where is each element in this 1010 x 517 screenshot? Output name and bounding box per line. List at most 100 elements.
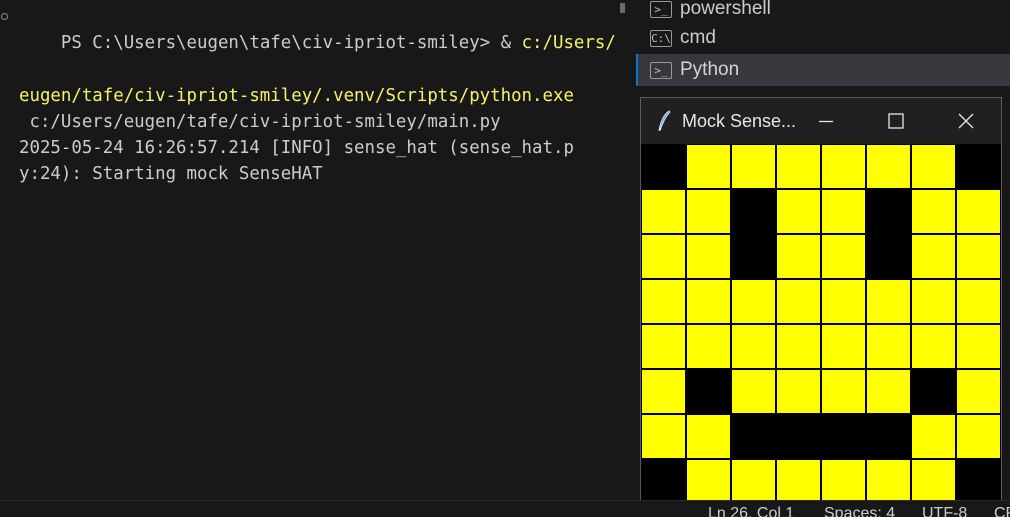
- encoding-setting[interactable]: UTF-8: [922, 505, 967, 517]
- terminal-line: PS C:\Users\eugen\tafe\civ-ipriot-smiley…: [0, 4, 632, 83]
- led-pixel: [642, 415, 685, 458]
- led-matrix: [641, 144, 1001, 504]
- led-pixel: [642, 235, 685, 278]
- led-pixel: [822, 325, 865, 368]
- led-pixel: [777, 235, 820, 278]
- led-pixel: [642, 370, 685, 413]
- maximize-button[interactable]: [869, 98, 923, 144]
- led-pixel: [822, 460, 865, 503]
- led-pixel: [777, 325, 820, 368]
- led-pixel: [957, 235, 1000, 278]
- led-pixel: [777, 145, 820, 188]
- terminal-line: 2025-05-24 16:26:57.214 [INFO] sense_hat…: [19, 138, 574, 159]
- led-pixel: [822, 145, 865, 188]
- led-pixel: [642, 325, 685, 368]
- led-pixel: [687, 235, 730, 278]
- minimize-button[interactable]: [799, 98, 853, 144]
- led-pixel: [732, 415, 775, 458]
- led-pixel: [957, 415, 1000, 458]
- led-pixel: [642, 145, 685, 188]
- terminal-tab-python[interactable]: >_ Python: [636, 54, 1010, 86]
- led-pixel: [912, 460, 955, 503]
- led-pixel: [687, 460, 730, 503]
- led-pixel: [732, 235, 775, 278]
- terminal-line: y:24): Starting mock SenseHAT: [19, 164, 323, 185]
- mock-sensehat-window[interactable]: Mock Sense...: [640, 97, 1002, 505]
- led-pixel: [642, 280, 685, 323]
- led-pixel: [642, 460, 685, 503]
- end-of-line-setting[interactable]: CR: [994, 505, 1010, 517]
- terminal-scrollbar[interactable]: [620, 3, 625, 13]
- terminal-line: eugen/tafe/civ-ipriot-smiley/.venv/Scrip…: [19, 85, 574, 106]
- maximize-icon: [888, 113, 904, 129]
- led-pixel: [687, 415, 730, 458]
- led-pixel: [912, 280, 955, 323]
- led-pixel: [867, 325, 910, 368]
- led-pixel: [777, 280, 820, 323]
- led-pixel: [957, 190, 1000, 233]
- led-pixel: [867, 190, 910, 233]
- terminal-icon: >_: [650, 0, 672, 18]
- led-pixel: [912, 415, 955, 458]
- led-pixel: [687, 325, 730, 368]
- led-pixel: [687, 190, 730, 233]
- terminal-icon: >_: [650, 61, 672, 79]
- led-pixel: [732, 325, 775, 368]
- led-pixel: [912, 190, 955, 233]
- led-pixel: [642, 190, 685, 233]
- terminal-tab-label: Python: [680, 59, 740, 80]
- led-pixel: [912, 370, 955, 413]
- led-pixel: [687, 145, 730, 188]
- led-pixel: [732, 280, 775, 323]
- window-titlebar[interactable]: Mock Sense...: [641, 98, 1001, 144]
- window-title: Mock Sense...: [682, 110, 797, 131]
- status-bar: Ln 26, Col 1 Spaces: 4 UTF-8 CR: [0, 500, 1010, 517]
- terminal-tab-label: powershell: [680, 0, 771, 19]
- terminal-tabs-list: >_ powershell C:\ cmd >_ Python: [636, 0, 1010, 96]
- led-pixel: [732, 190, 775, 233]
- led-pixel: [867, 145, 910, 188]
- led-pixel: [777, 190, 820, 233]
- led-pixel: [867, 280, 910, 323]
- led-pixel: [732, 370, 775, 413]
- terminal-panel[interactable]: PS C:\Users\eugen\tafe\civ-ipriot-smiley…: [0, 0, 632, 500]
- led-pixel: [687, 370, 730, 413]
- led-pixel: [822, 235, 865, 278]
- terminal-tab-label: cmd: [680, 27, 716, 48]
- led-pixel: [957, 370, 1000, 413]
- led-pixel: [957, 325, 1000, 368]
- led-pixel: [777, 370, 820, 413]
- indentation-setting[interactable]: Spaces: 4: [824, 505, 895, 517]
- led-pixel: [867, 460, 910, 503]
- led-pixel: [822, 280, 865, 323]
- led-pixel: [732, 460, 775, 503]
- led-pixel: [822, 415, 865, 458]
- command-decoration-icon[interactable]: [1, 13, 8, 20]
- led-pixel: [687, 280, 730, 323]
- prompt-text: PS C:\Users\eugen\tafe\civ-ipriot-smiley…: [60, 33, 522, 54]
- close-icon: [958, 113, 974, 129]
- terminal-line: c:/Users/eugen/tafe/civ-ipriot-smiley/ma…: [19, 111, 501, 132]
- led-pixel: [822, 190, 865, 233]
- led-pixel: [912, 145, 955, 188]
- command-path: c:/Users/: [521, 33, 616, 54]
- led-pixel: [732, 145, 775, 188]
- terminal-tab-powershell[interactable]: >_ powershell: [636, 0, 1010, 22]
- led-pixel: [912, 235, 955, 278]
- led-pixel: [957, 460, 1000, 503]
- led-pixel: [912, 325, 955, 368]
- cursor-position[interactable]: Ln 26, Col 1: [708, 505, 794, 517]
- cmd-icon: C:\: [650, 29, 672, 47]
- led-pixel: [867, 370, 910, 413]
- led-pixel: [777, 460, 820, 503]
- led-pixel: [822, 370, 865, 413]
- led-pixel: [867, 415, 910, 458]
- led-pixel: [867, 235, 910, 278]
- led-pixel: [957, 280, 1000, 323]
- minimize-icon: [819, 120, 833, 123]
- close-button[interactable]: [939, 98, 993, 144]
- terminal-tab-cmd[interactable]: C:\ cmd: [636, 22, 1010, 54]
- led-pixel: [777, 415, 820, 458]
- led-pixel: [957, 145, 1000, 188]
- feather-icon: [658, 110, 671, 132]
